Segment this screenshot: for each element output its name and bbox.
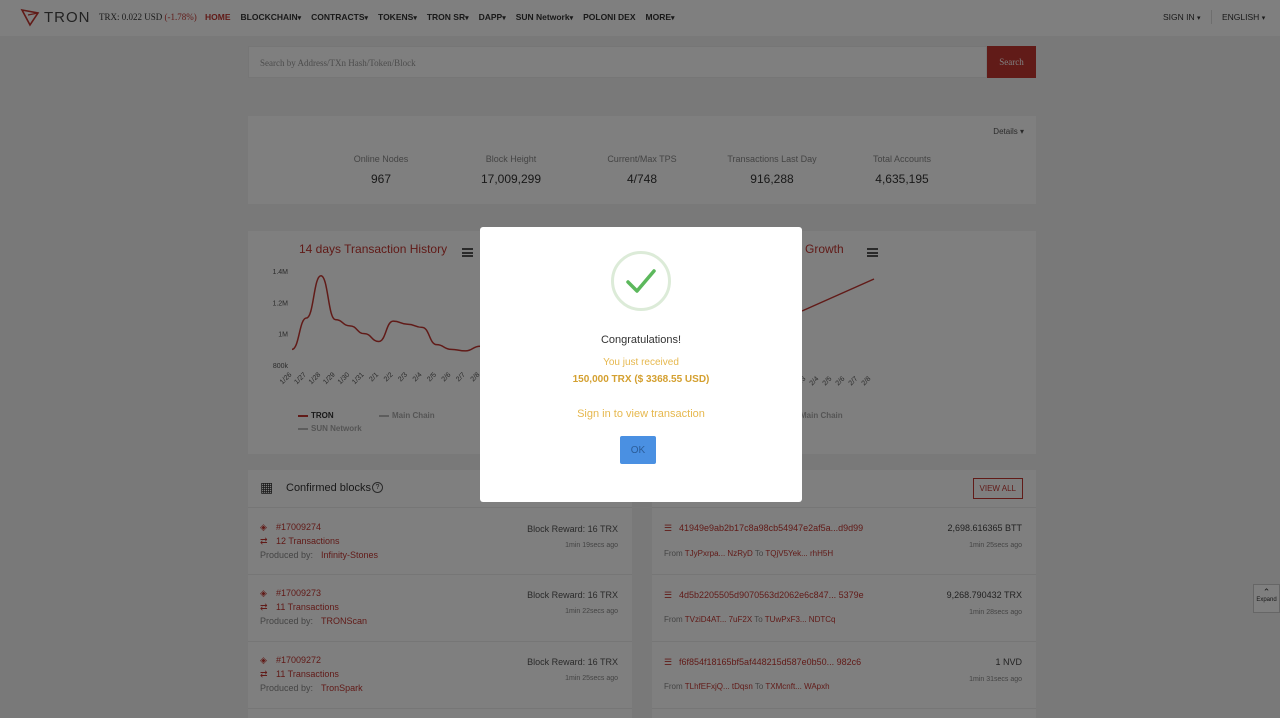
success-check-icon bbox=[611, 251, 671, 311]
modal-amount: 150,000 TRX ($ 3368.55 USD) bbox=[572, 374, 710, 385]
modal-title: Congratulations! bbox=[600, 334, 682, 346]
sign-in-link[interactable]: Sign in to view transaction bbox=[480, 408, 802, 420]
ok-button[interactable]: OK bbox=[620, 436, 656, 464]
reward-modal: Congratulations! You just received 150,0… bbox=[480, 227, 802, 502]
modal-subtitle: You just received bbox=[603, 357, 679, 368]
